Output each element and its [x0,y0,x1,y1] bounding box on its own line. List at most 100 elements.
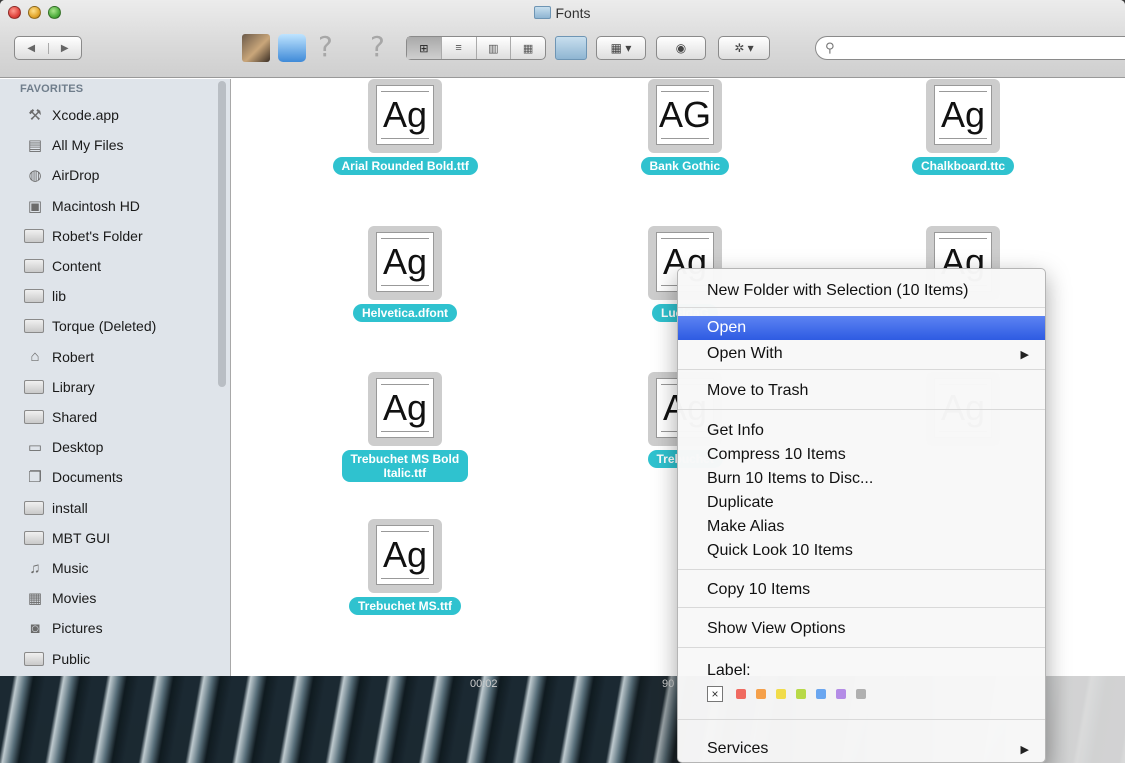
font-preview-icon: Ag [376,378,434,438]
context-menu-item[interactable]: Services ▶ [678,737,1045,761]
icon-view-button[interactable]: ⊞ [407,37,441,59]
context-menu-item: Label: [678,659,1045,683]
search-icon: ⚲ [825,40,835,55]
context-menu-item[interactable]: Copy 10 Items [678,578,1045,602]
label-clear-button[interactable]: × [707,686,723,702]
view-mode-control: ⊞ ≡ ▥ ▦ [406,36,546,60]
sidebar-item[interactable]: ♫ Music [24,554,219,582]
file-name-label[interactable]: Chalkboard.ttc [912,157,1015,175]
menu-item-label: Open With [707,345,783,362]
sidebar: FAVORITES ⚒ Xcode.app ▤ All My Files ◍ AirDro… [0,79,231,676]
sidebar-item[interactable]: ◍ AirDrop [24,161,219,189]
back-button[interactable]: ◀ [15,43,48,54]
font-preview-icon: Ag [376,85,434,145]
unknown-app-icon-2[interactable]: ? [370,30,385,63]
sidebar-item-label: Pictures [52,620,103,637]
font-sample: Ag [382,387,428,428]
context-menu-item[interactable]: Open [678,316,1045,340]
sidebar-item[interactable]: ❐ Documents [24,463,219,491]
font-preview-icon: Ag [376,232,434,292]
label-color-swatch[interactable] [776,689,786,699]
favorites-header: FAVORITES [20,83,84,95]
folder-icon [24,319,44,334]
font-sample: Ag [382,94,428,135]
sidebar-item[interactable]: Public [24,645,219,673]
font-file-icon[interactable]: Ag [368,226,442,300]
context-menu-item[interactable]: Quick Look 10 Items [678,539,1045,563]
label-color-swatch[interactable] [836,689,846,699]
sidebar-item[interactable]: ▣ Macintosh HD [24,192,219,220]
context-menu-item[interactable]: Show View Options [678,617,1045,641]
font-file-icon[interactable]: AG [648,79,722,153]
font-file-icon[interactable]: Ag [926,79,1000,153]
documents-icon: ❐ [28,469,42,487]
font-file-icon[interactable]: Ag [368,519,442,593]
search-field[interactable]: ⚲ [815,36,1125,60]
sidebar-item[interactable]: Shared [24,403,219,431]
file-name-label[interactable]: Trebuchet MS.ttf [349,597,462,615]
sidebar-item[interactable]: install [24,494,219,522]
folder-icon [24,289,44,304]
label-color-swatch[interactable] [856,689,866,699]
menu-item-label: Label: [707,662,751,679]
context-menu-item[interactable]: Get Info [678,419,1045,443]
menu-separator [678,369,1045,370]
folder-icon [534,6,552,19]
coverflow-view-button[interactable]: ▦ [510,37,545,59]
context-menu-item[interactable]: Open With ▶ [678,342,1045,366]
sidebar-item[interactable]: ◙ Pictures [24,614,219,642]
font-sample: AG [658,94,711,135]
sidebar-item[interactable]: ⌂ Robert [24,343,219,371]
list-view-button[interactable]: ≡ [440,37,476,59]
context-menu-item[interactable]: Duplicate [678,491,1045,515]
preview-app-icon[interactable] [278,34,306,62]
label-color-swatch[interactable] [736,689,746,699]
menu-item-label: Quick Look 10 Items [707,542,853,559]
context-menu-item[interactable]: Burn 10 Items to Disc... [678,467,1045,491]
menu-item-label: Open [707,319,747,336]
context-menu-item[interactable]: New Folder with Selection (10 Items) [678,279,1045,303]
context-menu-item[interactable]: Move to Trash [678,379,1045,403]
folder-icon [24,410,44,424]
sidebar-item[interactable]: ▦ Movies [24,584,219,612]
file-name-label[interactable]: Trebuchet MS Bold Italic.ttf [341,450,469,482]
sidebar-item[interactable]: Robet's Folder [24,222,219,250]
label-color-swatch[interactable] [816,689,826,699]
video-timestamp-2: 90 [662,678,675,690]
font-file-icon[interactable]: Ag [368,79,442,153]
font-sample: Ag [382,241,428,282]
menu-separator [678,409,1045,410]
file-name-label[interactable]: Bank Gothic [640,157,730,175]
file-name-label[interactable]: Helvetica.dfont [353,304,458,322]
label-color-swatch[interactable] [796,689,806,699]
context-menu-item[interactable]: Make Alias [678,515,1045,539]
sidebar-item[interactable]: ▭ Desktop [24,433,219,461]
sidebar-item-label: Shared [52,409,98,425]
sidebar-scrollbar[interactable] [218,81,226,387]
sidebar-item[interactable]: Torque (Deleted) [24,312,219,340]
sidebar-item[interactable]: lib [24,282,219,310]
context-menu-item[interactable]: Compress 10 Items [678,443,1045,467]
label-color-swatch[interactable] [756,689,766,699]
sidebar-item-label: Robet's Folder [52,227,143,244]
action-button[interactable]: ✲ ▾ [718,36,770,60]
sidebar-item[interactable]: ⚒ Xcode.app [24,101,219,129]
folder-icon[interactable] [555,36,587,60]
forward-button[interactable]: ▶ [47,42,82,54]
font-preview-icon: AG [656,85,714,145]
app-shortcut-icon[interactable] [242,34,270,62]
sidebar-item[interactable]: Content [24,252,219,280]
menu-separator [678,307,1045,308]
file-name-label[interactable]: Arial Rounded Bold.ttf [332,157,478,175]
sidebar-item[interactable]: ▤ All My Files [24,131,219,159]
column-view-button[interactable]: ▥ [475,37,511,59]
font-file-icon[interactable]: Ag [368,372,442,446]
arrange-button[interactable]: ▦ ▾ [596,36,646,60]
sidebar-item[interactable]: MBT GUI [24,524,219,552]
unknown-app-icon[interactable]: ? [318,30,333,63]
menu-item-label: Burn 10 Items to Disc... [707,470,874,487]
desktop-icon: ▭ [27,439,43,457]
back-forward-control: ◀ ▶ [14,36,82,60]
sidebar-item[interactable]: Library [24,373,219,401]
quick-look-button[interactable]: ◉ [656,36,706,60]
